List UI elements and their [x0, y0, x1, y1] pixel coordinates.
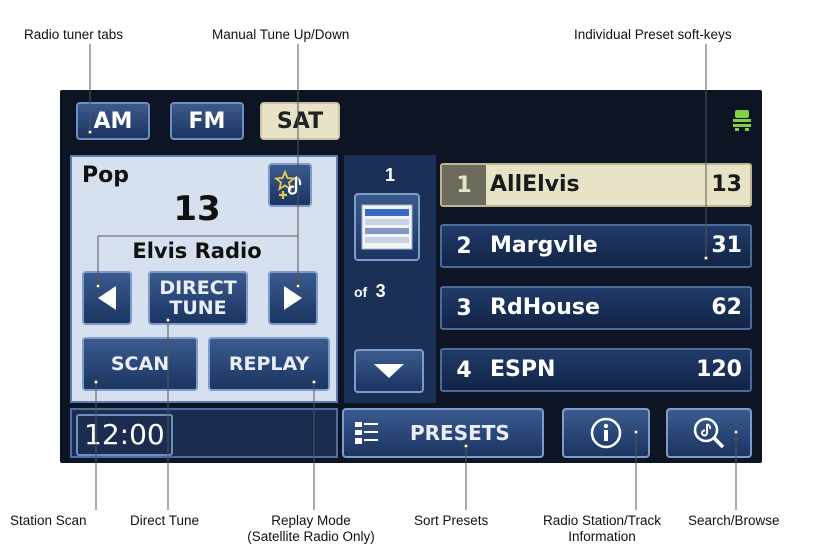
callout-leader-lines	[87, 44, 739, 510]
leader-manual-tune-right-dot	[295, 283, 301, 289]
leader-info-dot	[633, 429, 639, 435]
leader-replay-dot	[311, 379, 317, 385]
leader-scan-dot	[93, 379, 99, 385]
leader-search-dot	[733, 429, 739, 435]
leader-direct-dot	[165, 317, 171, 323]
leader-sort-dot	[463, 443, 469, 449]
leader-tabs-dot	[87, 129, 93, 135]
leader-presets-dot	[703, 255, 709, 261]
leader-manual-tune-left-dot	[95, 283, 101, 289]
